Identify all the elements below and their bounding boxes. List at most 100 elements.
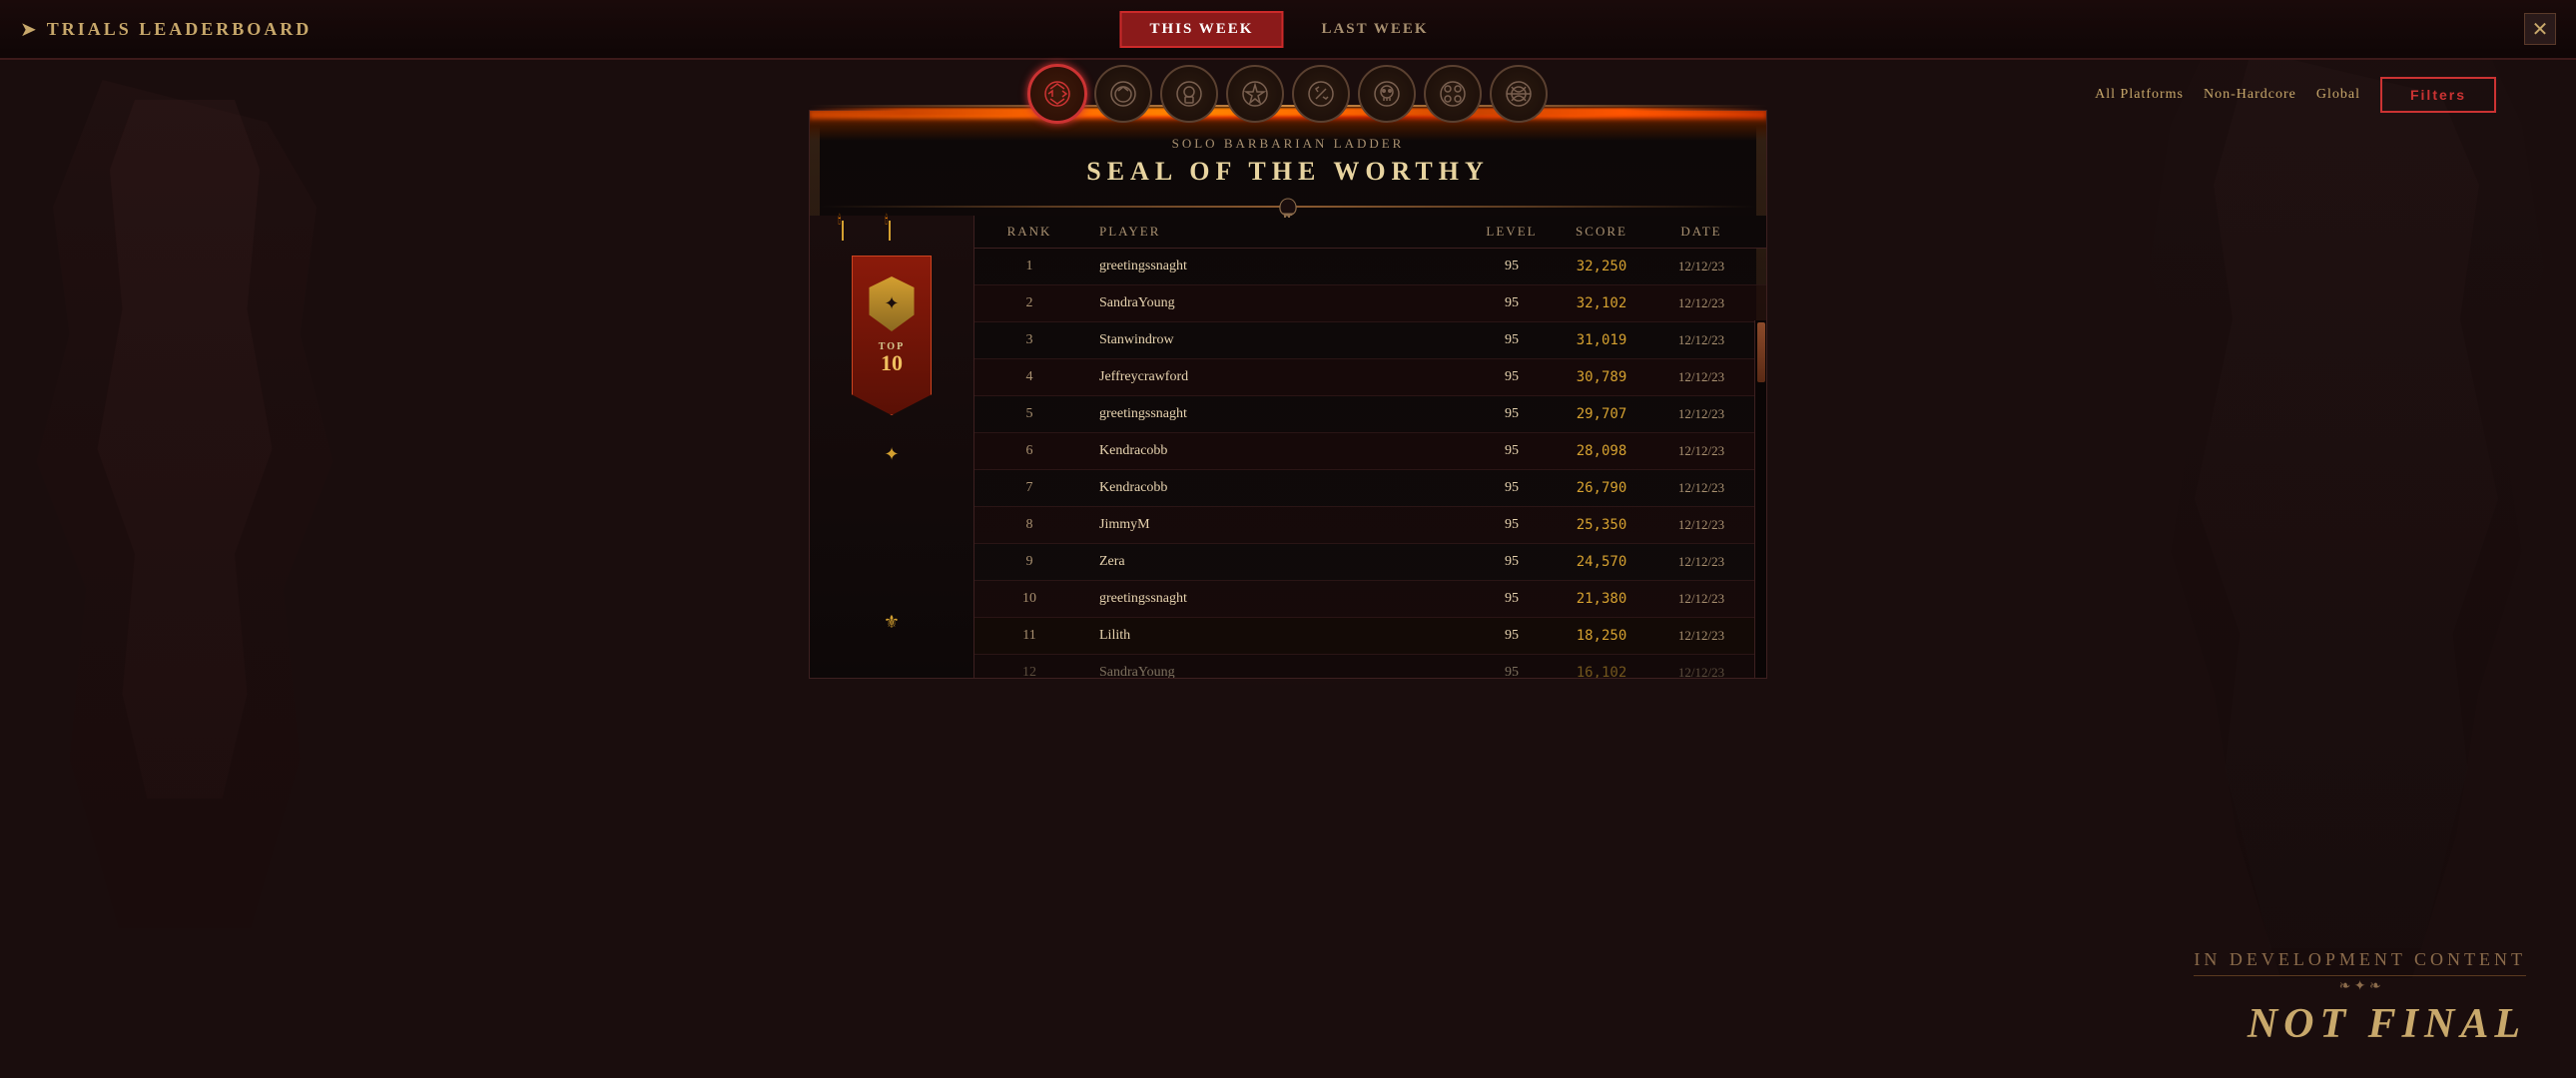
cell-rank: 11 — [989, 628, 1069, 644]
bottom-banner: ⚜ — [884, 612, 900, 633]
class-icon-necromancer[interactable] — [1160, 65, 1218, 123]
table-row[interactable]: 11 Lilith 95 18,250 12/12/23 — [974, 618, 1766, 655]
panel-title-area: SOLO BARBARIAN LADDER SEAL OF THE WORTHY — [810, 136, 1766, 187]
banner-graphic: 🕯 🕯 ✦ TOP 10 — [832, 236, 952, 435]
cell-rank: 9 — [989, 554, 1069, 570]
tab-this-week[interactable]: THIS WEEK — [1119, 11, 1283, 48]
tab-last-week[interactable]: LAST WEEK — [1293, 13, 1456, 46]
cell-level: 95 — [1472, 259, 1552, 274]
class-icon-druid[interactable] — [1094, 65, 1152, 123]
cell-date: 12/12/23 — [1651, 628, 1751, 644]
cell-rank: 2 — [989, 295, 1069, 311]
table-body[interactable]: 1 greetingssnaght 95 32,250 12/12/23 2 S… — [974, 249, 1766, 678]
ladder-title: SEAL OF THE WORTHY — [810, 157, 1766, 187]
cell-player: Zera — [1069, 554, 1472, 570]
filter-controls: All Platforms Non-Hardcore Global Filter… — [2095, 62, 2496, 128]
cell-player: Lilith — [1069, 628, 1472, 644]
col-rank: Rank — [989, 224, 1069, 240]
cell-player: greetingssnaght — [1069, 259, 1472, 274]
watermark-in-dev: IN DEVELOPMENT CONTENT — [2194, 949, 2526, 970]
col-level: Level — [1472, 224, 1552, 240]
class-icon-sorcerer[interactable] — [1226, 65, 1284, 123]
cell-score: 30,789 — [1552, 369, 1651, 385]
table-container: 🕯 🕯 ✦ TOP 10 — [810, 216, 1766, 678]
table-row[interactable]: 12 SandraYoung 95 16,102 12/12/23 — [974, 655, 1766, 678]
filter-non-hardcore[interactable]: Non-Hardcore — [2204, 87, 2296, 103]
cell-player: Jeffreycrawford — [1069, 369, 1472, 385]
cell-date: 12/12/23 — [1651, 406, 1751, 422]
scrollbar[interactable] — [1754, 320, 1766, 678]
watermark-divider: ❧ ✦ ❧ — [2194, 975, 2526, 995]
banner-area: 🕯 🕯 ✦ TOP 10 — [810, 216, 974, 678]
table-row[interactable]: 4 Jeffreycrawford 95 30,789 12/12/23 — [974, 359, 1766, 396]
cell-rank: 10 — [989, 591, 1069, 607]
cell-score: 24,570 — [1552, 554, 1651, 570]
class-icon-rogue[interactable] — [1292, 65, 1350, 123]
table-row[interactable]: 5 greetingssnaght 95 29,707 12/12/23 — [974, 396, 1766, 433]
arrow-icon: ➤ — [20, 17, 37, 42]
cell-rank: 3 — [989, 332, 1069, 348]
cell-date: 12/12/23 — [1651, 665, 1751, 678]
cell-rank: 7 — [989, 480, 1069, 496]
cell-player: greetingssnaght — [1069, 591, 1472, 607]
cell-level: 95 — [1472, 554, 1552, 570]
class-icon-barbarian[interactable] — [1028, 65, 1086, 123]
table-row[interactable]: 8 JimmyM 95 25,350 12/12/23 — [974, 507, 1766, 544]
table-row[interactable]: 10 greetingssnaght 95 21,380 12/12/23 — [974, 581, 1766, 618]
cell-score: 16,102 — [1552, 665, 1651, 678]
cell-score: 18,250 — [1552, 628, 1651, 644]
scroll-thumb — [1757, 322, 1765, 382]
cell-level: 95 — [1472, 628, 1552, 644]
class-icon-skull[interactable] — [1358, 65, 1416, 123]
cell-score: 29,707 — [1552, 406, 1651, 422]
filter-all-platforms[interactable]: All Platforms — [2095, 87, 2184, 103]
filter-global[interactable]: Global — [2316, 87, 2360, 103]
leaderboard-panel: SOLO BARBARIAN LADDER SEAL OF THE WORTHY… — [809, 110, 1767, 679]
cell-player: Kendracobb — [1069, 480, 1472, 496]
cell-player: Kendracobb — [1069, 443, 1472, 459]
class-icon-all[interactable] — [1490, 65, 1548, 123]
cell-date: 12/12/23 — [1651, 554, 1751, 570]
table-row[interactable]: 6 Kendracobb 95 28,098 12/12/23 — [974, 433, 1766, 470]
table-row[interactable]: 7 Kendracobb 95 26,790 12/12/23 — [974, 470, 1766, 507]
cell-score: 32,102 — [1552, 295, 1651, 311]
cell-level: 95 — [1472, 665, 1552, 678]
cell-rank: 6 — [989, 443, 1069, 459]
cell-player: JimmyM — [1069, 517, 1472, 533]
cell-player: greetingssnaght — [1069, 406, 1472, 422]
watermark-area: IN DEVELOPMENT CONTENT ❧ ✦ ❧ NOT FINAL — [2194, 949, 2526, 1048]
skull-decoration — [1272, 194, 1304, 233]
class-icon-multi[interactable] — [1424, 65, 1482, 123]
table-row[interactable]: 1 greetingssnaght 95 32,250 12/12/23 — [974, 249, 1766, 285]
cell-score: 32,250 — [1552, 259, 1651, 274]
col-date: Date — [1651, 224, 1751, 240]
cell-date: 12/12/23 — [1651, 259, 1751, 274]
table-row[interactable]: 2 SandraYoung 95 32,102 12/12/23 — [974, 285, 1766, 322]
close-button[interactable]: ✕ — [2524, 13, 2556, 45]
character-art-left — [0, 0, 399, 1078]
cell-level: 95 — [1472, 443, 1552, 459]
cell-date: 12/12/23 — [1651, 443, 1751, 459]
filters-button[interactable]: Filters — [2380, 77, 2496, 113]
watermark-not-final: NOT FINAL — [2194, 1000, 2526, 1048]
cell-level: 95 — [1472, 480, 1552, 496]
character-art-right — [2077, 0, 2576, 1078]
cell-player: Stanwindrow — [1069, 332, 1472, 348]
cell-level: 95 — [1472, 517, 1552, 533]
table-row[interactable]: 3 Stanwindrow 95 31,019 12/12/23 — [974, 322, 1766, 359]
cell-player: SandraYoung — [1069, 295, 1472, 311]
class-icon-bar — [1028, 50, 1548, 138]
table-row[interactable]: 9 Zera 95 24,570 12/12/23 — [974, 544, 1766, 581]
cell-score: 25,350 — [1552, 517, 1651, 533]
cell-rank: 4 — [989, 369, 1069, 385]
col-score: Score — [1552, 224, 1651, 240]
cell-level: 95 — [1472, 406, 1552, 422]
banner-number: 10 — [879, 352, 905, 374]
cell-date: 12/12/23 — [1651, 480, 1751, 496]
cell-rank: 5 — [989, 406, 1069, 422]
cell-score: 28,098 — [1552, 443, 1651, 459]
header-title: TRIALS LEADERBOARD — [47, 19, 313, 40]
cell-rank: 12 — [989, 665, 1069, 678]
cell-rank: 8 — [989, 517, 1069, 533]
table-right: Rank Player Level Score Date 1 greetings… — [974, 216, 1766, 678]
